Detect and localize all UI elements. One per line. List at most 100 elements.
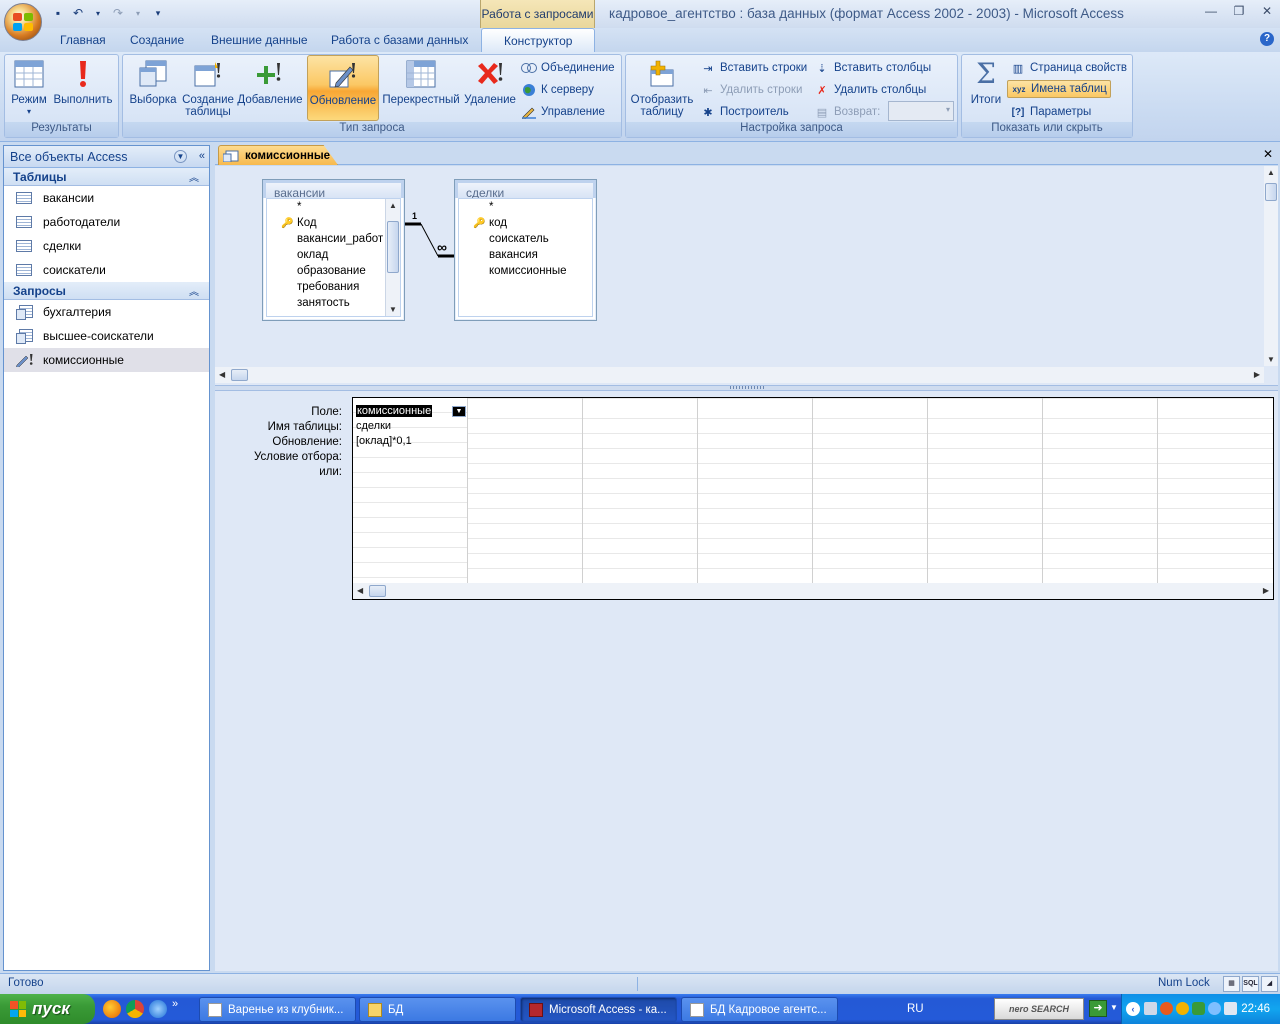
field-list-row[interactable]: вакансия <box>459 247 592 263</box>
close-button[interactable]: ✕ <box>1260 4 1274 18</box>
tab-create[interactable]: Создание <box>130 32 184 52</box>
tray-expand-icon[interactable]: ‹ <box>1126 1002 1140 1016</box>
volume-icon[interactable] <box>1224 1002 1237 1015</box>
builder-button[interactable]: ✱ Построитель <box>700 103 788 121</box>
chevron-down-icon[interactable]: ▼ <box>452 406 466 417</box>
tab-home[interactable]: Главная <box>60 32 106 52</box>
grid-column[interactable] <box>928 398 1043 583</box>
scroll-up-icon[interactable]: ▲ <box>1267 168 1275 177</box>
grid-column[interactable] <box>698 398 813 583</box>
grid-column[interactable] <box>583 398 698 583</box>
tab-external-data[interactable]: Внешние данные <box>211 32 308 52</box>
tab-design[interactable]: Конструктор <box>481 28 596 52</box>
network-icon[interactable] <box>1144 1002 1157 1015</box>
scroll-down-icon[interactable]: ▼ <box>389 305 397 314</box>
scroll-right-icon[interactable]: ▶ <box>1263 586 1269 595</box>
minimize-button[interactable]: — <box>1204 4 1218 18</box>
field-list-scrollbar[interactable]: ▲ ▼ <box>385 199 400 316</box>
nav-section-tables[interactable]: Таблицы ︽ <box>4 168 209 186</box>
antivirus-icon[interactable] <box>1160 1002 1173 1015</box>
nav-item-query[interactable]: высшее-соискатели <box>4 324 209 348</box>
more-icon[interactable]: » <box>172 998 178 1018</box>
sql-view-icon[interactable]: SQL <box>1242 976 1259 992</box>
field-list-row[interactable]: * <box>459 199 592 215</box>
totals-button[interactable]: Σ Итоги <box>964 58 1008 122</box>
grid-column[interactable] <box>1043 398 1158 583</box>
shield-icon[interactable] <box>1192 1002 1205 1015</box>
scroll-thumb[interactable] <box>1265 183 1277 201</box>
taskbar-button[interactable]: БД <box>359 997 516 1022</box>
language-indicator[interactable]: RU <box>907 1003 924 1015</box>
close-document-icon[interactable]: ✕ <box>1263 147 1273 161</box>
show-table-button[interactable]: Отобразить таблицу <box>629 58 695 122</box>
nav-item-table[interactable]: работодатели <box>4 210 209 234</box>
field-list-row[interactable]: комиссионные <box>459 263 592 279</box>
criteria-cell[interactable] <box>353 449 467 464</box>
update-query-button[interactable]: Обновление <box>307 55 379 121</box>
run-button[interactable]: Выполнить <box>51 58 115 122</box>
nav-header[interactable]: Все объекты Access ▼ « <box>4 146 209 168</box>
select-query-button[interactable]: Выборка <box>126 58 180 122</box>
field-cell[interactable]: комиссионные ▼ <box>353 404 467 419</box>
field-list-row[interactable]: требования <box>267 279 400 295</box>
field-list-row[interactable]: * <box>267 199 400 215</box>
update-cell[interactable]: [оклад]*0,1 <box>353 434 467 449</box>
delete-columns-button[interactable]: ✗ Удалить столбцы <box>814 81 926 99</box>
chevron-down-icon[interactable]: ▼ <box>1110 1003 1118 1012</box>
chrome-icon[interactable] <box>126 1000 144 1018</box>
collapse-section-icon[interactable]: ︽ <box>189 283 199 298</box>
data-definition-button[interactable]: Управление <box>521 103 605 121</box>
document-tab[interactable]: комиссионные <box>218 145 338 165</box>
field-list-row[interactable]: 🔑 Код <box>267 215 400 231</box>
firefox-icon[interactable] <box>103 1000 121 1018</box>
union-query-button[interactable]: Объединение <box>521 59 615 77</box>
field-list-row[interactable]: оклад <box>267 247 400 263</box>
save-icon[interactable]: ▪ <box>50 5 66 21</box>
grid-column[interactable] <box>813 398 928 583</box>
parameters-button[interactable]: [?] Параметры <box>1010 103 1092 121</box>
field-list-row[interactable]: занятость <box>267 295 400 311</box>
append-query-button[interactable]: Добавление <box>236 58 304 122</box>
insert-rows-button[interactable]: ⇥ Вставить строки <box>700 59 807 77</box>
delete-query-button[interactable]: Удаление <box>461 58 519 122</box>
grid-column[interactable] <box>1158 398 1273 583</box>
make-table-query-button[interactable]: Создание таблицы <box>180 58 236 122</box>
dropdown-icon[interactable]: ▾ <box>130 5 146 21</box>
dropdown-icon[interactable]: ▾ <box>90 5 106 21</box>
nero-go-icon[interactable]: ➜ <box>1089 1000 1107 1017</box>
scroll-thumb[interactable] <box>387 221 399 273</box>
relationship-line[interactable] <box>405 216 455 261</box>
grid-column[interactable] <box>468 398 583 583</box>
field-list-vacancies[interactable]: вакансии * 🔑 Код вакансии_работ оклад обр… <box>262 179 405 321</box>
field-list-row[interactable]: соискатель <box>459 231 592 247</box>
pass-through-button[interactable]: К серверу <box>521 81 594 99</box>
taskbar-button[interactable]: БД Кадровое агентс... <box>681 997 838 1022</box>
design-view-icon[interactable]: ◢ <box>1261 976 1278 992</box>
nav-item-table[interactable]: сделки <box>4 234 209 258</box>
field-list-row[interactable]: вакансии_работ <box>267 231 400 247</box>
start-button[interactable]: пуск <box>0 994 95 1024</box>
scroll-thumb[interactable] <box>231 369 248 381</box>
or-cell[interactable] <box>353 464 467 479</box>
redo-icon[interactable]: ↷ <box>110 5 126 21</box>
field-list-deals[interactable]: сделки * 🔑 код соискатель вакансия комисс… <box>454 179 597 321</box>
nav-item-query[interactable]: комиссионные <box>4 348 209 372</box>
scroll-up-icon[interactable]: ▲ <box>389 201 397 210</box>
insert-columns-button[interactable]: ⇣ Вставить столбцы <box>814 59 931 77</box>
diagram-vertical-scrollbar[interactable]: ▲ ▼ <box>1264 166 1278 366</box>
office-button[interactable] <box>4 3 42 41</box>
customize-qat-icon[interactable]: ▾ <box>150 5 166 21</box>
scroll-thumb[interactable] <box>369 585 386 597</box>
return-combo[interactable]: ▾ <box>888 101 954 121</box>
help-icon[interactable]: ? <box>1260 32 1274 46</box>
scroll-left-icon[interactable]: ◀ <box>219 370 225 379</box>
property-sheet-button[interactable]: ▥ Страница свойств <box>1010 59 1127 77</box>
ie-icon[interactable] <box>149 1000 167 1018</box>
clock[interactable]: 22:46 <box>1241 1003 1270 1015</box>
delete-rows-button[interactable]: ⇤ Удалить строки <box>700 81 802 99</box>
crosstab-query-button[interactable]: Перекрестный <box>381 58 461 122</box>
update-icon[interactable] <box>1176 1002 1189 1015</box>
collapse-pane-icon[interactable]: « <box>199 150 205 162</box>
nav-section-queries[interactable]: Запросы ︽ <box>4 282 209 300</box>
scroll-right-icon[interactable]: ▶ <box>1254 370 1260 379</box>
